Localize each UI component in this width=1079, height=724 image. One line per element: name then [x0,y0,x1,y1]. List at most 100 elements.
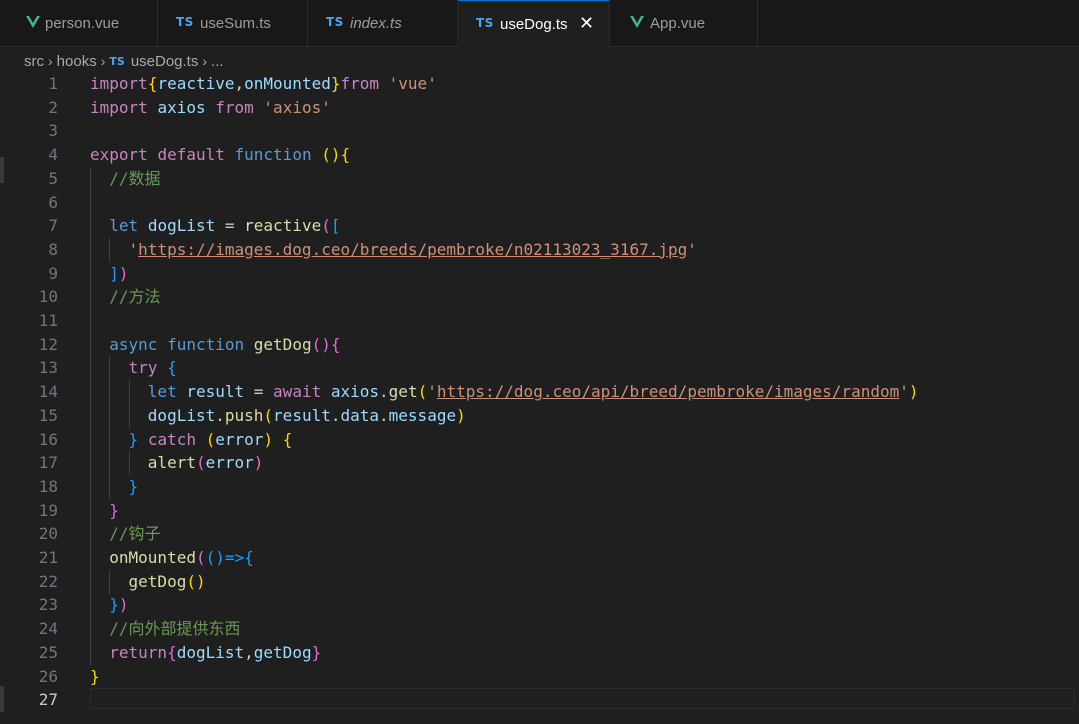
tab-person-vue[interactable]: person.vue [0,0,158,46]
code-text: //方法 [90,285,161,309]
vue-file-icon [26,14,40,33]
line-number: 18 [38,476,58,496]
line-number: 12 [38,334,58,354]
line-number: 2 [48,97,58,117]
code-line[interactable]: 24 //向外部提供东西 [0,617,1079,642]
code-token: //数据 [109,168,161,188]
code-token: from [215,97,254,117]
code-token: ' [899,382,909,402]
breadcrumb-file[interactable]: useDog.ts [131,53,199,70]
line-number: 26 [38,666,58,686]
line-number: 27 [38,690,58,710]
code-line[interactable]: 5 //数据 [0,166,1079,191]
line-number: 5 [48,168,58,188]
breadcrumb-hooks[interactable]: hooks [57,53,97,70]
tab-label: index.ts [350,15,402,32]
code-line[interactable]: 11 [0,309,1079,333]
code-token: let [109,216,139,236]
code-token: (){ [321,145,351,165]
code-line[interactable]: 18 } [0,474,1079,499]
breadcrumb-src[interactable]: src [24,53,44,70]
code-token: error [205,453,254,473]
code-line[interactable]: 25 return{dogList,getDog} [0,640,1079,665]
code-token: getDog [253,642,312,662]
code-token: . [215,405,225,425]
code-line[interactable]: 1 import{reactive,onMounted}from 'vue' [0,72,1079,96]
code-token: data [340,405,380,425]
code-line[interactable]: 20 //钩子 [0,522,1079,547]
code-line[interactable]: 16 } catch (error) { [0,427,1079,452]
code-token: ( [195,453,206,473]
tab-index-ts[interactable]: TS index.ts [308,0,458,46]
code-token: result [273,405,331,425]
breadcrumb-more[interactable]: ... [211,53,224,70]
code-token: function [234,145,312,165]
code-line[interactable]: 26} [0,665,1079,689]
code-token: https://images.dog.ceo/breeds/pembroke/n… [138,239,688,259]
code-token: axios [157,97,206,117]
code-text: dogList.push(result.data.message) [90,404,466,428]
chevron-right-icon: › [202,53,208,70]
code-token: async [109,334,158,354]
code-token: message [388,405,457,425]
code-token: } [90,666,100,686]
code-token: ()=>{ [205,548,254,567]
typescript-file-icon: TS [476,16,494,30]
line-number: 13 [38,358,58,378]
code-line[interactable]: 13 try { [0,356,1079,381]
code-token: error [215,429,264,449]
code-token: //方法 [109,287,161,307]
close-icon[interactable]: ✕ [579,13,594,34]
code-line[interactable]: 17 alert(error) [0,451,1079,476]
chevron-right-icon: › [48,53,53,70]
code-line[interactable]: 23 }) [0,593,1079,618]
tab-usedog-ts[interactable]: TS useDog.ts ✕ [458,0,610,47]
code-line[interactable]: 21 onMounted(()=>{ [0,546,1079,570]
code-token: ( [321,216,331,236]
code-token: //钩子 [109,524,161,544]
code-text: let result = await axios.get('https://do… [90,380,919,404]
code-line[interactable]: 27 [0,688,1079,712]
code-editor[interactable]: 1 import{reactive,onMounted}from 'vue' 2 im… [0,72,1079,724]
breadcrumb: src › hooks › TS useDog.ts ›... [24,52,224,72]
code-token: ) [118,595,129,615]
code-text: //向外部提供东西 [90,617,240,641]
code-line[interactable]: 9 ]) [0,261,1079,286]
typescript-file-icon: TS [326,15,344,29]
tab-label: useSum.ts [200,15,271,32]
code-token: ) [456,405,466,425]
code-line[interactable]: 6 [0,190,1079,215]
code-line[interactable]: 3 [0,119,1079,143]
code-token: dogList [147,405,216,425]
code-line[interactable]: 7 let dogList = reactive([ [0,214,1079,239]
code-line[interactable]: 10 //方法 [0,285,1079,310]
code-token: dogList [147,216,216,236]
code-line[interactable]: 2 import axios from 'axios' [0,96,1079,120]
code-token: ( [205,429,216,449]
code-text: import axios from 'axios' [90,96,331,120]
code-line[interactable]: 12 async function getDog(){ [0,332,1079,357]
code-line[interactable]: 19 } [0,498,1079,523]
code-line[interactable]: 8 'https://images.dog.ceo/breeds/pembrok… [0,237,1079,262]
code-line[interactable]: 22 getDog() [0,569,1079,594]
code-token: } [109,500,119,520]
code-text: async function getDog(){ [90,333,340,357]
indent-guide [90,190,91,215]
code-line[interactable]: 4 export default function (){ [0,143,1079,167]
tab-app-vue[interactable]: App.vue [610,0,758,46]
code-token: reactive [244,216,322,236]
code-token: ) [253,453,264,473]
code-line[interactable]: 14 let result = await axios.get('https:/… [0,380,1079,405]
tab-usesum-ts[interactable]: TS useSum.ts [158,0,308,46]
code-line[interactable]: 15 dogList.push(result.data.message) [0,403,1079,428]
code-token: default [157,145,225,165]
code-token: return [109,642,168,662]
